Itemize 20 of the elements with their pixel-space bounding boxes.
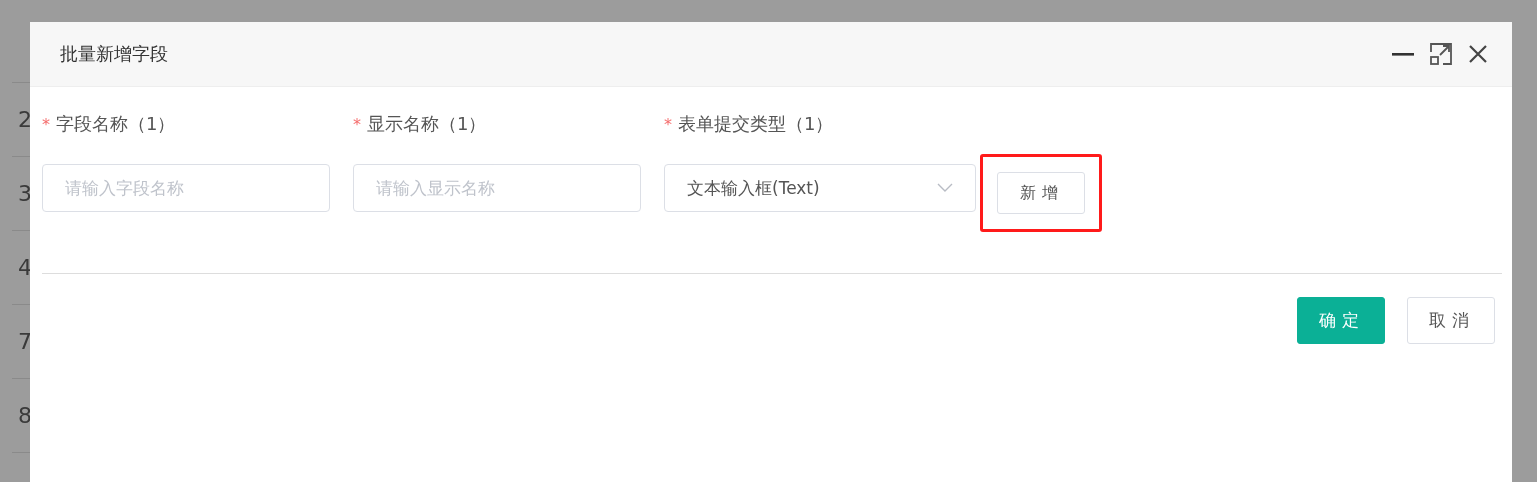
row-number: 7 [17, 329, 32, 354]
input-field[interactable]: 请输入字段名称 [42, 164, 330, 212]
row-number: 2 [17, 107, 32, 132]
dialog-title: 批量新增字段 [60, 42, 168, 66]
required-mark: * [664, 114, 672, 134]
field-label: 表单提交类型（1） [678, 112, 834, 136]
row-number: 4 [17, 255, 32, 280]
field-label: 字段名称（1） [56, 112, 176, 136]
add-button[interactable]: 新增 [997, 172, 1085, 214]
chevron-down-icon [937, 183, 953, 193]
cancel-button[interactable]: 取消 [1407, 297, 1495, 344]
close-icon[interactable] [1468, 44, 1488, 64]
maximize-icon[interactable] [1430, 43, 1452, 65]
row-number: 8 [17, 403, 32, 428]
required-mark: * [42, 114, 50, 134]
required-mark: * [353, 114, 361, 134]
field-label: 显示名称（1） [367, 112, 487, 136]
select-field[interactable]: 文本输入框(Text) [664, 164, 976, 212]
row-number: 3 [17, 181, 32, 206]
input-field[interactable]: 请输入显示名称 [353, 164, 641, 212]
